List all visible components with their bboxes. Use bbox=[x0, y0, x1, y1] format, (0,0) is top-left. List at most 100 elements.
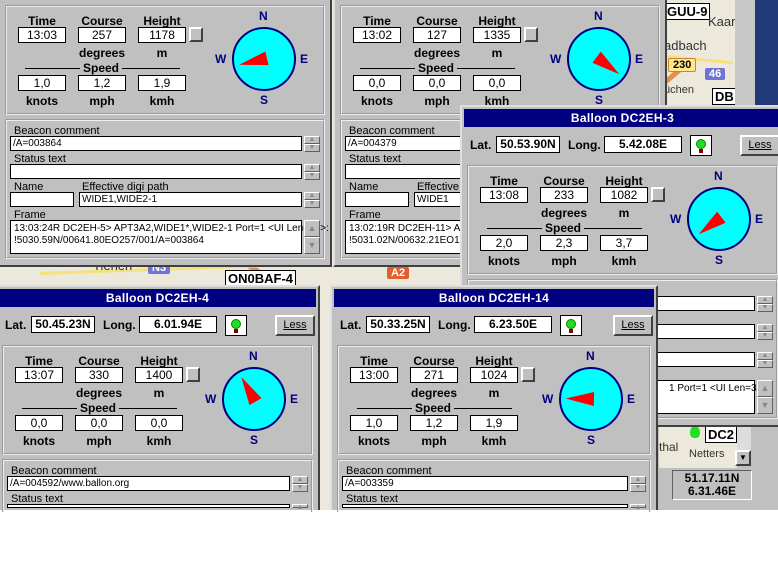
balloon-status-led-icon bbox=[231, 319, 241, 329]
kmh-field: 3,7 bbox=[600, 235, 648, 251]
mph-label: mph bbox=[86, 434, 112, 448]
balloon-status-led-icon bbox=[566, 319, 576, 329]
speed-label: Speed bbox=[417, 61, 454, 75]
road-number: 230 bbox=[668, 58, 697, 72]
spin-up-button[interactable]: ▲ bbox=[292, 504, 308, 511]
beacon-comment-input[interactable]: /A=003359 bbox=[342, 476, 628, 491]
digi-path-input[interactable]: WIDE1,WIDE2-1 bbox=[79, 192, 302, 207]
beacon-comment-input[interactable]: /A=004592/www.ballon.org bbox=[7, 476, 290, 491]
spin-down-button[interactable]: ▼ bbox=[304, 144, 320, 152]
time-field: 13:03 bbox=[18, 27, 66, 43]
frame-scroll-down-button[interactable]: ▼ bbox=[304, 237, 320, 254]
balloon-marker-icon[interactable] bbox=[690, 426, 700, 438]
spin-up-button[interactable]: ▲ bbox=[630, 476, 646, 484]
spin-down-button[interactable]: ▼ bbox=[304, 172, 320, 180]
time-field: 13:00 bbox=[350, 367, 398, 383]
less-button[interactable]: Less bbox=[275, 315, 315, 336]
scroll-down-button[interactable]: ▼ bbox=[735, 450, 751, 466]
mph-label: mph bbox=[421, 434, 447, 448]
lat-field: 50.45.23N bbox=[31, 316, 95, 333]
spin-down-button[interactable]: ▼ bbox=[757, 304, 773, 312]
title-bar[interactable]: Balloon DC2EH-4 bbox=[0, 289, 316, 307]
height-unit-button[interactable] bbox=[186, 367, 200, 382]
spin-up-button[interactable]: ▲ bbox=[630, 504, 646, 511]
balloon-status-led-icon bbox=[696, 139, 706, 149]
spin-up-button[interactable]: ▲ bbox=[757, 352, 773, 360]
status-led-box[interactable] bbox=[225, 315, 247, 336]
spin-up-button[interactable]: ▲ bbox=[304, 136, 320, 144]
less-button[interactable]: Less bbox=[613, 315, 653, 336]
time-label: Time bbox=[490, 174, 518, 188]
map-station-label[interactable]: DC2 bbox=[705, 426, 738, 443]
height-unit-button[interactable] bbox=[524, 27, 538, 42]
kmh-field: 1,9 bbox=[138, 75, 186, 91]
status-text-input[interactable] bbox=[342, 504, 628, 508]
mph-field: 2,3 bbox=[540, 235, 588, 251]
degrees-label: degrees bbox=[540, 206, 588, 220]
road-number: A2 bbox=[387, 267, 410, 279]
compass bbox=[567, 27, 631, 91]
height-label: Height bbox=[143, 14, 181, 28]
degrees-label: degrees bbox=[410, 386, 458, 400]
kmh-label: kmh bbox=[149, 94, 175, 108]
frame-scroll-up-button[interactable]: ▲ bbox=[757, 380, 773, 397]
balloon-basket-icon bbox=[699, 149, 703, 153]
name-input[interactable] bbox=[10, 192, 74, 207]
mph-field: 1,2 bbox=[410, 415, 458, 431]
time-label: Time bbox=[360, 354, 388, 368]
height-unit-button[interactable] bbox=[521, 367, 535, 382]
less-button-label: Less bbox=[283, 319, 307, 331]
frame-scroll-up-button[interactable]: ▲ bbox=[304, 220, 320, 237]
balloon-window-dc2eh-14: Balloon DC2EH-14 Lat. 50.33.25N Long. 6.23.5… bbox=[330, 285, 658, 512]
title-bar[interactable]: Balloon DC2EH-3 bbox=[464, 109, 778, 127]
status-text-input[interactable] bbox=[7, 504, 290, 508]
status-led-box[interactable] bbox=[560, 315, 582, 336]
compass-north: N bbox=[586, 349, 595, 363]
spin-up-button[interactable]: ▲ bbox=[304, 192, 320, 200]
spin-up-button[interactable]: ▲ bbox=[292, 476, 308, 484]
speed-label: Speed bbox=[82, 61, 119, 75]
compass bbox=[687, 187, 751, 251]
mph-field: 0,0 bbox=[413, 75, 461, 91]
speed-divider bbox=[22, 408, 77, 409]
kmh-label: kmh bbox=[611, 254, 637, 268]
course-label: Course bbox=[81, 14, 123, 28]
speed-label: Speed bbox=[79, 401, 116, 415]
less-button-label: Less bbox=[748, 139, 772, 151]
status-text-input[interactable] bbox=[10, 164, 302, 179]
spin-down-button[interactable]: ▼ bbox=[304, 200, 320, 208]
title-bar[interactable]: Balloon DC2EH-14 bbox=[334, 289, 654, 307]
map-inset[interactable]: thal Netters DC2 bbox=[659, 422, 738, 468]
map-station-label[interactable]: GUU-9 bbox=[664, 3, 711, 20]
frame-scroll-down-button[interactable]: ▼ bbox=[757, 397, 773, 414]
height-field: 1335 bbox=[473, 27, 521, 43]
spin-down-button[interactable]: ▼ bbox=[757, 360, 773, 368]
mph-label: mph bbox=[89, 94, 115, 108]
speed-divider bbox=[122, 68, 180, 69]
spin-down-button[interactable]: ▼ bbox=[292, 484, 308, 492]
map-station-label[interactable]: DB bbox=[712, 88, 737, 105]
beacon-comment-input[interactable]: /A=003864 bbox=[10, 136, 302, 151]
spin-up-button[interactable]: ▲ bbox=[757, 296, 773, 304]
knots-field: 1,0 bbox=[350, 415, 398, 431]
map-place: thal bbox=[659, 440, 679, 454]
status-led-box[interactable] bbox=[690, 135, 712, 156]
spin-up-button[interactable]: ▲ bbox=[757, 324, 773, 332]
height-unit-button[interactable] bbox=[189, 27, 203, 42]
spin-down-button[interactable]: ▼ bbox=[630, 484, 646, 492]
frame-textarea[interactable]: 13:03:24R DC2EH-5> APT3A2,WIDE1*,WIDE2-1… bbox=[10, 220, 329, 254]
speed-divider bbox=[584, 228, 642, 229]
compass bbox=[232, 27, 296, 91]
frame-line: !5030.59N/00641.80EO257/001/A=003864 bbox=[14, 235, 204, 246]
speed-divider bbox=[25, 68, 80, 69]
course-field: 127 bbox=[413, 27, 461, 43]
compass-south: S bbox=[260, 93, 269, 107]
height-unit-button[interactable] bbox=[651, 187, 665, 202]
cursor-long: 6.31.46E bbox=[687, 484, 737, 498]
less-button[interactable]: Less bbox=[740, 135, 778, 156]
name-input[interactable] bbox=[345, 192, 409, 207]
spin-up-button[interactable]: ▲ bbox=[304, 164, 320, 172]
height-field: 1400 bbox=[135, 367, 183, 383]
spin-down-button[interactable]: ▼ bbox=[757, 332, 773, 340]
lat-label: Lat. bbox=[5, 318, 27, 332]
